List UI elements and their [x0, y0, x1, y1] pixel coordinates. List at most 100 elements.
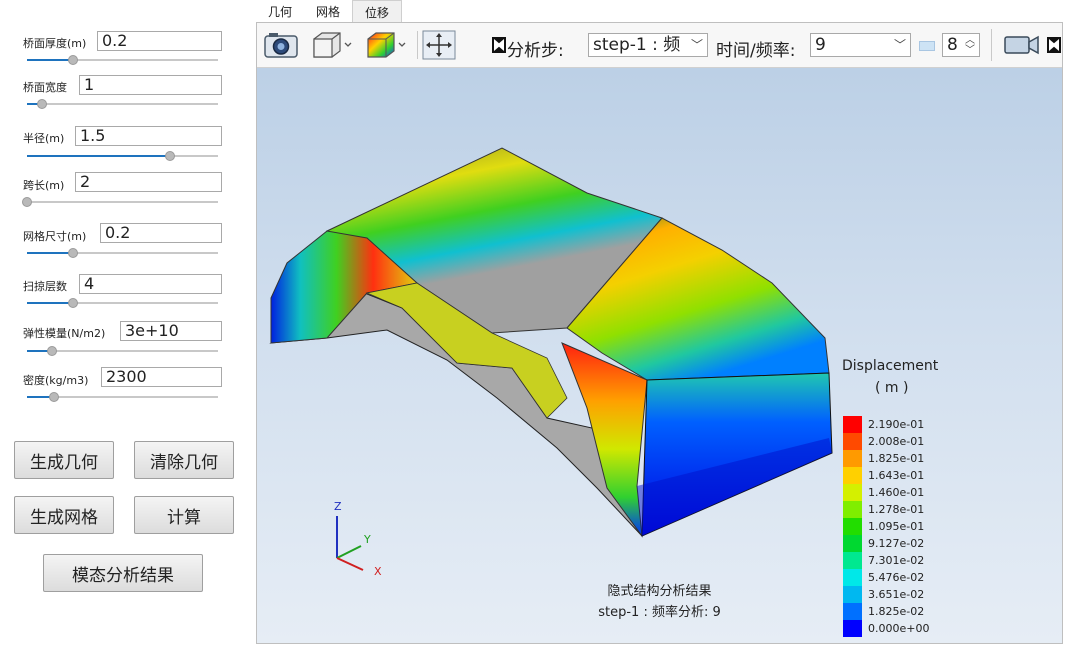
legend-swatch — [843, 484, 862, 501]
frame-spinbox[interactable]: 8 ︿ ﹀ — [942, 33, 980, 57]
result-viewer: 分析步: step-1 : 频 ﹀ 时间/频率: 9 ﹀ 8 ︿ ﹀ Z Y X… — [256, 22, 1063, 644]
span-input[interactable]: 2 — [75, 172, 222, 192]
param-elastic-modulus: 弹性模量(N/m2) 3e+10 — [0, 320, 240, 360]
video-camera-icon[interactable] — [1003, 30, 1041, 60]
slider-thumb[interactable] — [22, 197, 32, 207]
sweep-layers-slider[interactable] — [27, 298, 218, 308]
slider-thumb[interactable] — [37, 99, 48, 109]
param-label: 桥面厚度(m) — [23, 37, 87, 50]
deck-width-slider[interactable] — [27, 99, 218, 109]
axis-z-label: Z — [334, 500, 342, 513]
legend-value: 7.301e-02 — [868, 554, 925, 567]
legend-value: 1.460e-01 — [868, 486, 925, 499]
density-slider[interactable] — [27, 392, 218, 402]
elastic-modulus-input[interactable]: 3e+10 — [120, 321, 222, 341]
toolbar-separator — [417, 31, 418, 59]
analysis-step-select[interactable]: step-1 : 频 ﹀ — [588, 33, 708, 57]
param-density: 密度(kg/m3) 2300 — [0, 367, 240, 407]
elastic-modulus-slider[interactable] — [27, 346, 218, 356]
time-frequency-label: 时间/频率: — [716, 41, 796, 61]
step-marker-icon — [1047, 30, 1061, 60]
param-deck-thickness: 桥面厚度(m) 0.2 — [0, 30, 240, 70]
legend-swatch — [843, 501, 862, 518]
legend-value: 2.008e-01 — [868, 435, 925, 448]
axis-x-label: X — [374, 565, 382, 578]
mesh-size-slider[interactable] — [27, 248, 218, 258]
clear-geometry-button[interactable]: 清除几何 — [134, 441, 234, 479]
radius-slider[interactable] — [27, 151, 218, 161]
toolbar-separator — [991, 29, 992, 61]
legend-swatch — [843, 552, 862, 569]
play-slider-icon[interactable] — [919, 41, 935, 51]
tab-geometry[interactable]: 几何 — [256, 0, 304, 22]
legend-value: 1.825e-01 — [868, 452, 925, 465]
legend-swatch — [843, 518, 862, 535]
slider-thumb[interactable] — [46, 346, 57, 356]
legend-value: 1.095e-01 — [868, 520, 925, 533]
analysis-step-label: 分析步: — [507, 41, 564, 61]
slider-thumb[interactable] — [67, 298, 78, 308]
param-span: 跨长(m) 2 — [0, 172, 240, 212]
legend-value: 0.000e+00 — [868, 622, 930, 635]
span-slider[interactable] — [22, 197, 218, 207]
param-label: 弹性模量(N/m2) — [23, 327, 106, 340]
tab-displacement[interactable]: 位移 — [352, 0, 403, 23]
radius-input[interactable]: 1.5 — [75, 126, 222, 146]
generate-mesh-button[interactable]: 生成网格 — [14, 496, 114, 534]
spin-arrows-icon[interactable]: ︿ ﹀ — [965, 36, 975, 56]
legend-value: 2.190e-01 — [868, 418, 925, 431]
mesh-size-input[interactable]: 0.2 — [100, 223, 222, 243]
legend-swatch — [843, 433, 862, 450]
legend-swatch — [843, 450, 862, 467]
legend-value: 1.643e-01 — [868, 469, 925, 482]
param-label: 网格尺寸(m) — [23, 230, 87, 243]
deck-width-input[interactable]: 1 — [79, 75, 222, 95]
time-frequency-select[interactable]: 9 ﹀ — [810, 33, 911, 57]
legend-swatch — [843, 467, 862, 484]
color-contour-icon[interactable] — [363, 30, 409, 60]
legend-value: 1.278e-01 — [868, 503, 925, 516]
deck-thickness-input[interactable]: 0.2 — [97, 31, 222, 51]
legend-unit: ( m ) — [875, 380, 909, 396]
slider-thumb[interactable] — [67, 55, 78, 65]
viewer-toolbar: 分析步: step-1 : 频 ﹀ 时间/频率: 9 ﹀ 8 ︿ ﹀ — [257, 23, 1062, 68]
deck-thickness-slider[interactable] — [27, 55, 218, 65]
param-label: 半径(m) — [23, 132, 65, 145]
time-frequency-value: 9 — [815, 35, 826, 55]
modal-result-button[interactable]: 模态分析结果 — [43, 554, 203, 592]
sweep-layers-input[interactable]: 4 — [79, 274, 222, 294]
param-radius: 半径(m) 1.5 — [0, 125, 240, 165]
param-label: 跨长(m) — [23, 179, 65, 192]
view-tabs: 几何 网格 位移 — [256, 0, 403, 23]
legend-value: 9.127e-02 — [868, 537, 925, 550]
slider-thumb[interactable] — [48, 392, 59, 402]
param-mesh-size: 网格尺寸(m) 0.2 — [0, 223, 240, 263]
result-caption-title: 隐式结构分析结果 — [607, 584, 712, 599]
param-deck-width: 桥面宽度 1 — [0, 74, 240, 114]
result-caption-step: step-1 : 频率分析: 9 — [598, 605, 721, 620]
move-icon[interactable] — [421, 30, 457, 60]
slider-thumb[interactable] — [165, 151, 176, 161]
legend-swatch — [843, 416, 862, 433]
camera-icon[interactable] — [263, 30, 299, 60]
cube-view-icon[interactable] — [309, 30, 355, 60]
param-label: 扫掠层数 — [23, 280, 67, 293]
3d-viewport[interactable]: Z Y X Displacement ( m ) 2.190e-01 2.008e… — [257, 68, 1062, 643]
param-sweep-layers: 扫掠层数 4 — [0, 273, 240, 313]
tab-mesh[interactable]: 网格 — [304, 0, 352, 22]
compute-button[interactable]: 计算 — [134, 496, 234, 534]
param-label: 密度(kg/m3) — [23, 374, 89, 387]
axis-y-label: Y — [364, 533, 371, 546]
legend-swatch — [843, 535, 862, 552]
chevron-down-icon: ﹀ — [893, 38, 906, 52]
param-label: 桥面宽度 — [23, 81, 67, 94]
analysis-step-value: step-1 : 频 — [593, 35, 681, 55]
legend-swatch — [843, 620, 862, 637]
density-input[interactable]: 2300 — [101, 367, 222, 387]
legend-title: Displacement — [842, 358, 939, 374]
step-marker-icon — [491, 30, 507, 60]
frame-spinbox-value: 8 — [947, 35, 958, 55]
chevron-down-icon: ﹀ — [690, 38, 703, 52]
slider-thumb[interactable] — [67, 248, 78, 258]
generate-geometry-button[interactable]: 生成几何 — [14, 441, 114, 479]
